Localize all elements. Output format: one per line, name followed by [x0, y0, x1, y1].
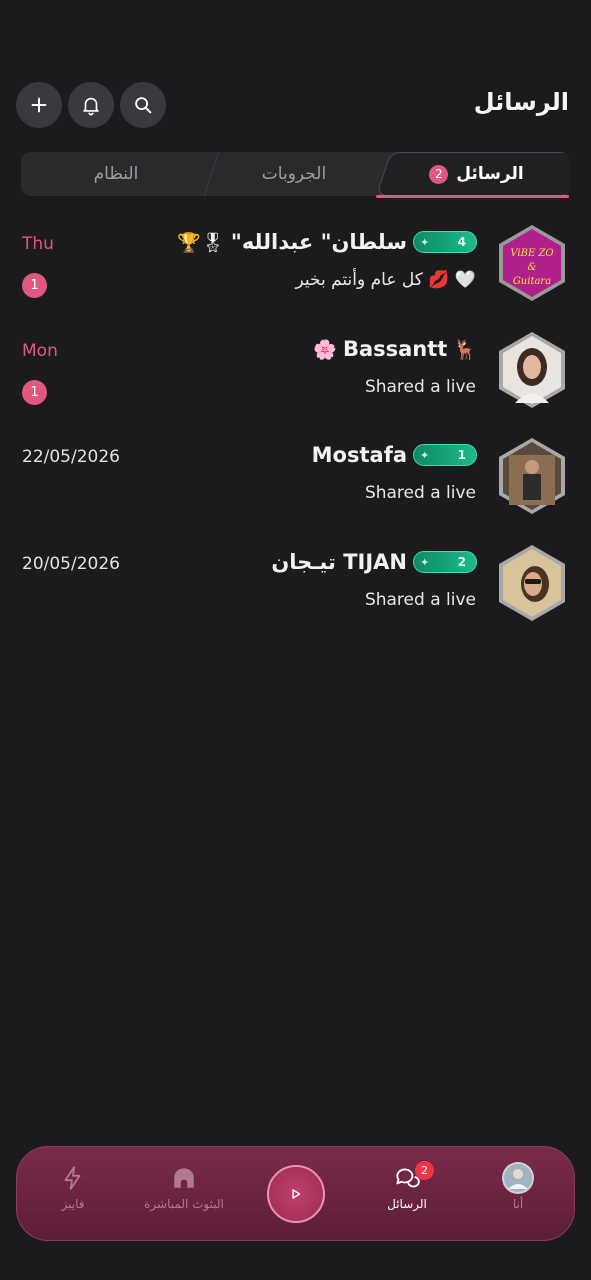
plus-icon — [31, 97, 47, 113]
nav-label: أنا — [512, 1197, 524, 1211]
tab-bar: النظام الجروبات 2 الرسائل — [21, 152, 570, 196]
level-badge: ✦ 1 — [413, 444, 477, 466]
trophy-medal-icons: 🏆🎖 — [177, 231, 225, 254]
conversation-time: Thu — [22, 234, 54, 254]
page-title: الرسائل — [473, 88, 569, 116]
nav-vibes[interactable]: فايبز — [23, 1165, 123, 1211]
conversation-name: Mostafa — [311, 443, 407, 467]
level-number: 2 — [457, 555, 466, 569]
level-badge: ✦ 2 — [413, 551, 477, 573]
tab-messages[interactable]: 2 الرسائل — [377, 152, 570, 196]
nav-label: فايبز — [61, 1197, 85, 1211]
avatar — [497, 331, 567, 409]
svg-text:&: & — [528, 262, 537, 273]
nav-label: البثوث المباشرة — [144, 1197, 224, 1211]
add-button[interactable] — [16, 82, 62, 128]
nav-messages[interactable]: 2 الرسائل — [357, 1161, 457, 1211]
conversation-title-row: 🌸 Bassantt 🦌 — [313, 331, 477, 367]
active-tab-indicator — [376, 195, 569, 198]
conversation-item[interactable]: ViBE ZO & Guitara 🏆🎖 "سلطان" عبدالله ✦ 4… — [0, 224, 591, 324]
nav-live-streams[interactable]: البثوث المباشرة — [134, 1165, 234, 1211]
unread-badge: 1 — [22, 380, 47, 405]
conversation-title-row: Mostafa ✦ 1 — [312, 437, 477, 473]
diamond-icon: ✦ — [420, 448, 430, 462]
conversation-time: 22/05/2026 — [22, 447, 120, 467]
conversation-item[interactable]: Mostafa ✦ 1 Shared a live 22/05/2026 — [0, 437, 591, 537]
avatar — [497, 544, 567, 622]
conversation-preview: Shared a live — [364, 590, 476, 610]
conversation-item[interactable]: تيـجان TIJAN ✦ 2 Shared a live 20/05/202… — [0, 544, 591, 644]
flower-icon: 🌸 — [313, 338, 337, 361]
conversation-time: Mon — [22, 341, 58, 361]
search-icon — [135, 97, 152, 114]
conversation-title-row: تيـجان TIJAN ✦ 2 — [271, 544, 477, 580]
level-badge: ✦ 4 — [413, 231, 477, 253]
go-live-button[interactable] — [267, 1165, 325, 1223]
diamond-icon: ✦ — [420, 235, 430, 249]
svg-text:Guitara: Guitara — [513, 276, 551, 287]
nav-unread-badge: 2 — [415, 1161, 434, 1180]
tab-groups[interactable]: الجروبات — [211, 152, 377, 196]
notifications-button[interactable] — [68, 82, 114, 128]
tab-label: الجروبات — [261, 164, 327, 184]
bell-icon — [83, 97, 99, 116]
conversation-time: 20/05/2026 — [22, 554, 120, 574]
avatar — [497, 437, 567, 515]
tab-system[interactable]: النظام — [21, 152, 211, 196]
bottom-navigation: فايبز البثوث المباشرة 2 الرسائل أنا — [16, 1146, 575, 1241]
level-number: 4 — [457, 235, 466, 249]
nav-profile[interactable]: أنا — [468, 1162, 568, 1211]
tab-unread-badge: 2 — [429, 164, 449, 184]
unread-badge: 1 — [22, 273, 47, 298]
conversation-preview: كل عام وأنتم بخير 💋 🤍 — [295, 270, 476, 290]
nav-label: الرسائل — [387, 1197, 427, 1211]
lightning-icon — [64, 1166, 81, 1190]
conversation-item[interactable]: 🌸 Bassantt 🦌 Shared a live Mon 1 — [0, 331, 591, 431]
conversation-name: تيـجان TIJAN — [271, 550, 407, 574]
tab-label: الرسائل — [456, 164, 524, 184]
home-icon — [174, 1168, 194, 1188]
avatar: ViBE ZO & Guitara — [497, 224, 567, 302]
play-icon — [292, 1189, 301, 1199]
conversation-preview: Shared a live — [364, 377, 476, 397]
conversation-name: Bassantt — [342, 337, 448, 361]
conversation-preview: Shared a live — [364, 483, 476, 503]
deer-icon: 🦌 — [453, 338, 477, 361]
conversation-name: "سلطان" عبدالله — [230, 230, 407, 254]
level-number: 1 — [457, 448, 466, 462]
diamond-icon: ✦ — [420, 555, 430, 569]
conversation-title-row: 🏆🎖 "سلطان" عبدالله ✦ 4 — [177, 224, 477, 260]
tab-label: النظام — [93, 164, 139, 184]
top-header: الرسائل — [16, 82, 569, 128]
avatar-icon — [502, 1162, 534, 1194]
search-button[interactable] — [120, 82, 166, 128]
svg-text:ViBE ZO: ViBE ZO — [510, 248, 553, 259]
